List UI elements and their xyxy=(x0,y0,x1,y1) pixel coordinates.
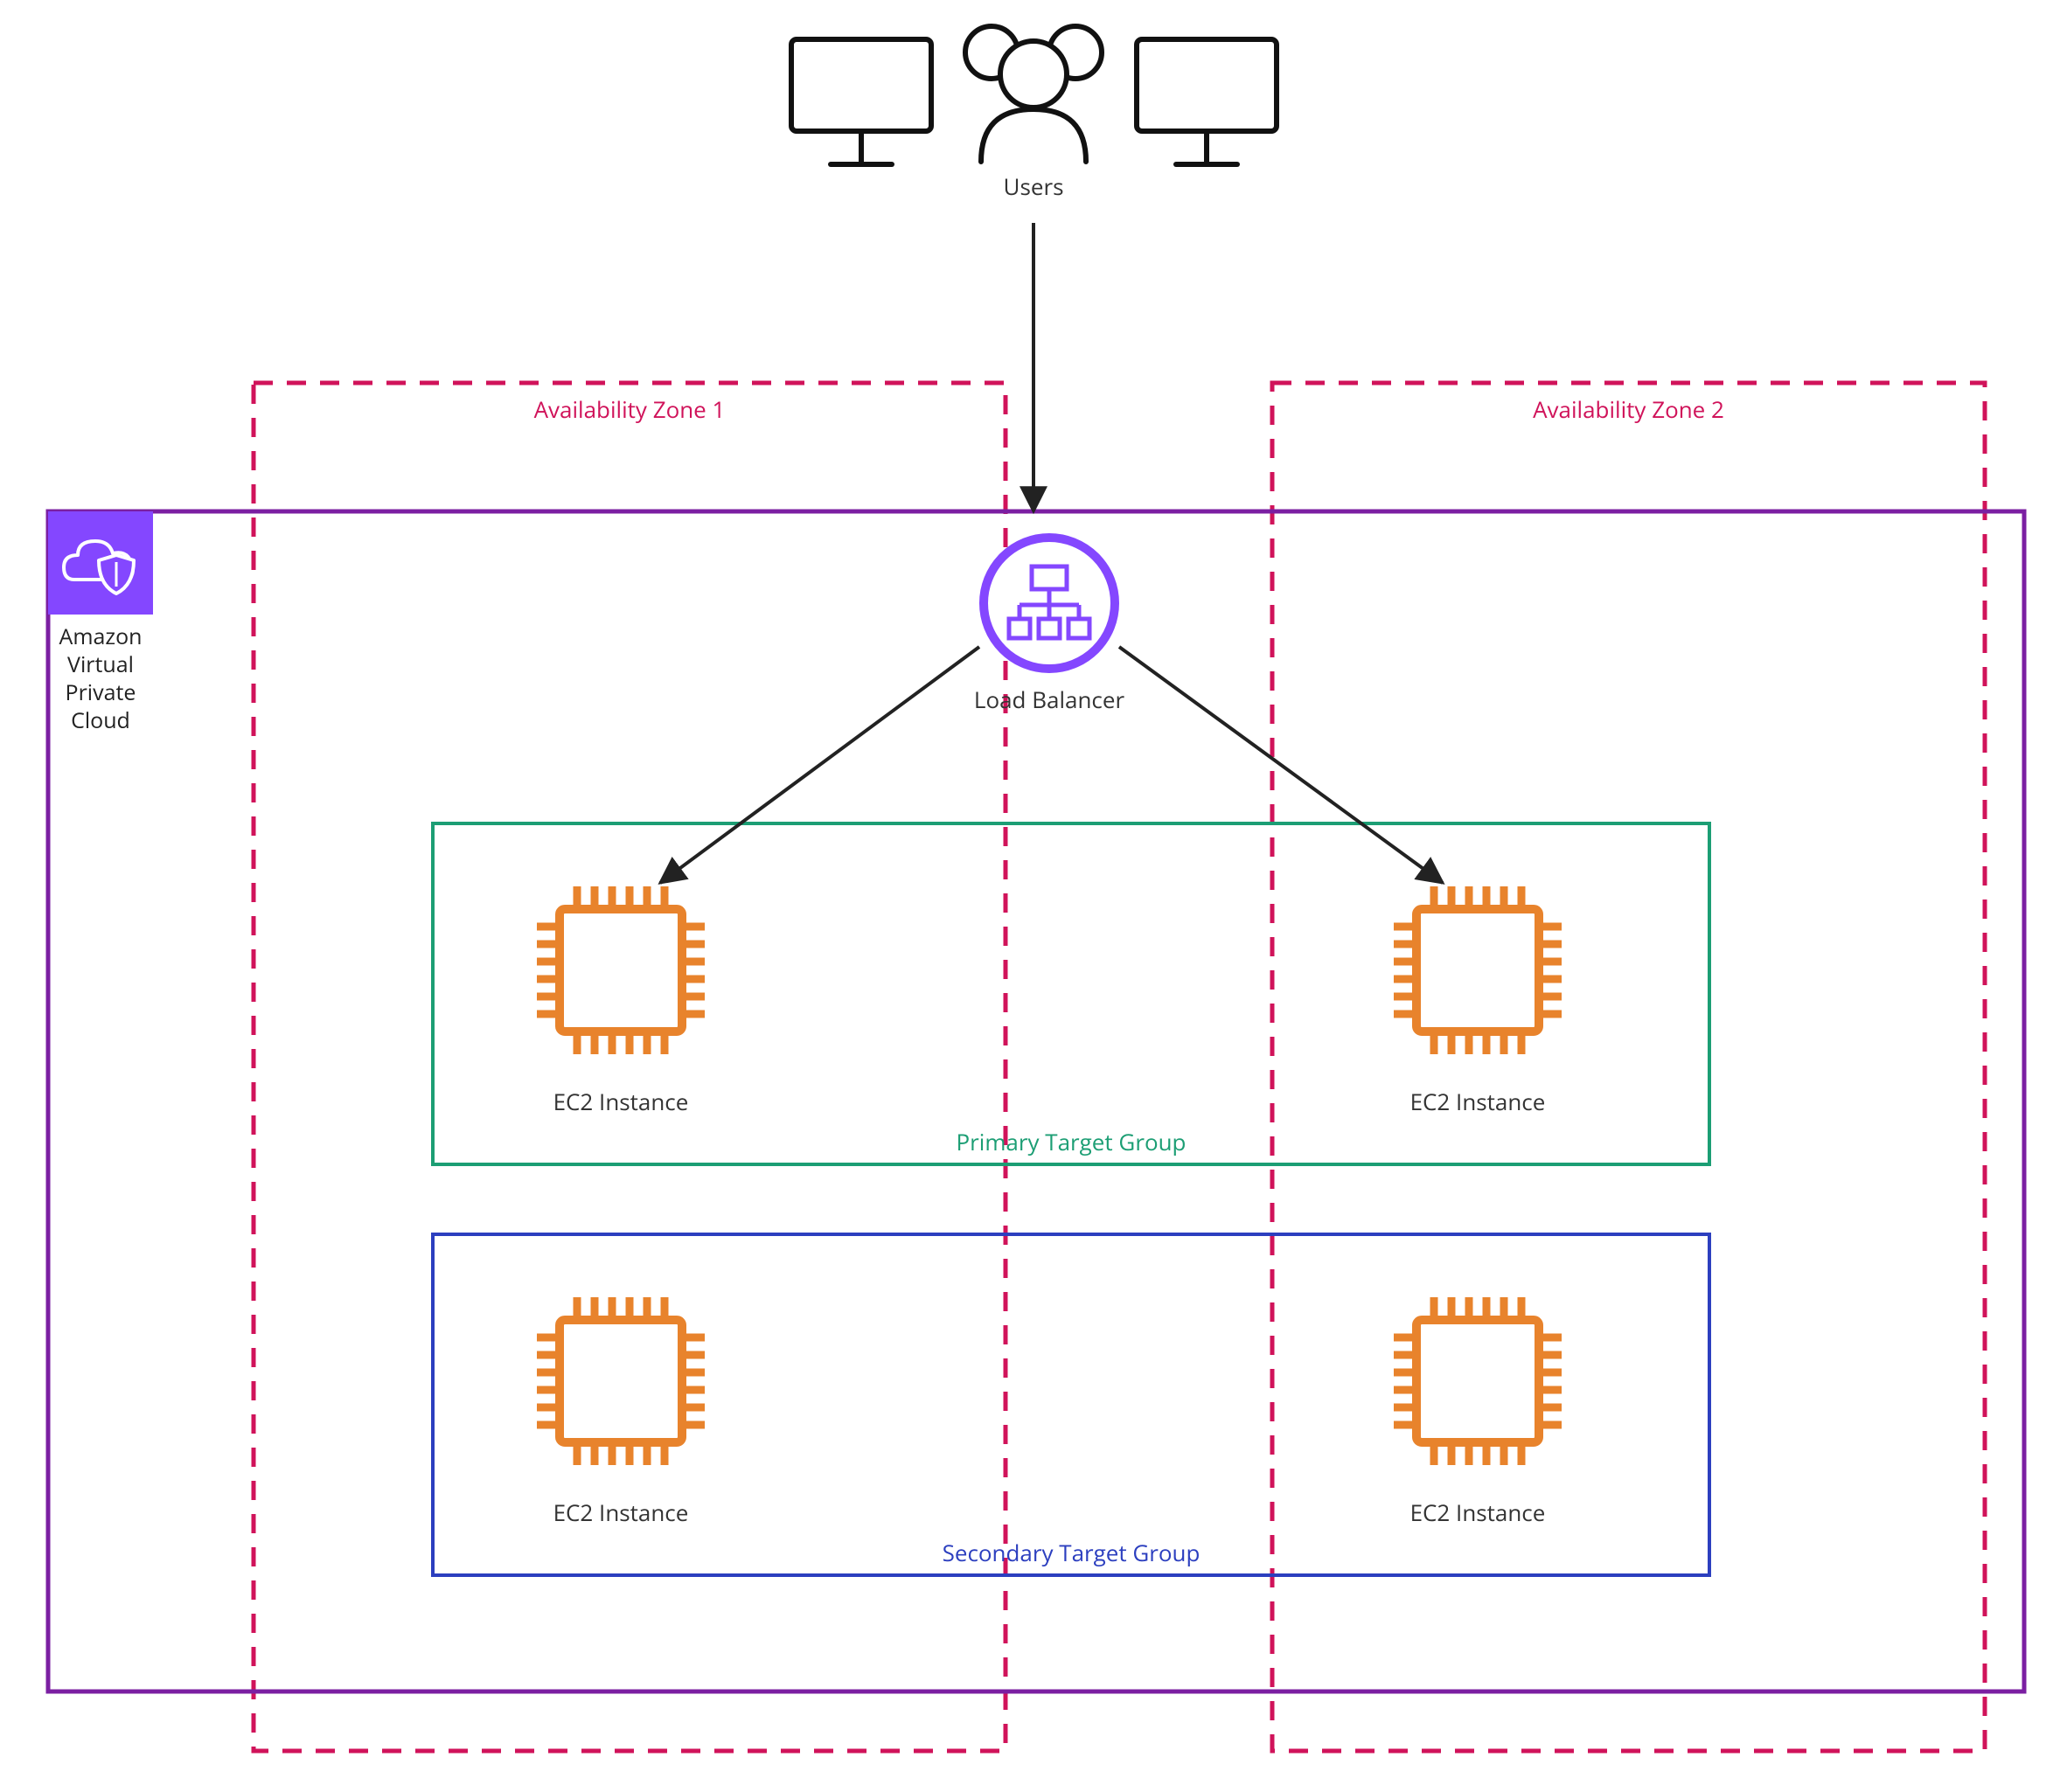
ec2-icon xyxy=(537,886,705,1054)
vpc-label: Cloud xyxy=(71,705,130,735)
ec2-instance-label: EC2 Instance xyxy=(553,1086,689,1117)
users-label: Users xyxy=(1004,170,1064,202)
monitor-icon xyxy=(791,39,931,164)
ec2-instance-label: EC2 Instance xyxy=(1410,1086,1546,1117)
vpc-label: Amazon xyxy=(59,622,143,651)
users-icon xyxy=(965,26,1102,162)
vpc-label: Virtual xyxy=(67,649,134,679)
arrow xyxy=(1119,647,1443,883)
arrow xyxy=(660,647,979,883)
az1-box xyxy=(254,383,1006,1751)
ec2-instance-label: EC2 Instance xyxy=(1410,1497,1546,1528)
ec2-icon xyxy=(1394,1297,1562,1465)
vpc-label: Private xyxy=(66,677,136,707)
az2-label: Availability Zone 2 xyxy=(1533,393,1724,425)
ec2-icon xyxy=(1394,886,1562,1054)
load-balancer-label: Load Balancer xyxy=(974,684,1125,715)
secondary-target-group-label: Secondary Target Group xyxy=(943,1537,1201,1568)
monitor-icon xyxy=(1137,39,1277,164)
vpc-badge-icon xyxy=(48,511,153,615)
ec2-instance-label: EC2 Instance xyxy=(553,1497,689,1528)
load-balancer-icon xyxy=(984,538,1115,669)
az1-label: Availability Zone 1 xyxy=(534,393,726,425)
ec2-icon xyxy=(537,1297,705,1465)
az2-box xyxy=(1272,383,1985,1751)
primary-target-group-label: Primary Target Group xyxy=(957,1126,1187,1157)
architecture-diagram: Availability Zone 1 Availability Zone 2 Am… xyxy=(0,0,2067,1792)
